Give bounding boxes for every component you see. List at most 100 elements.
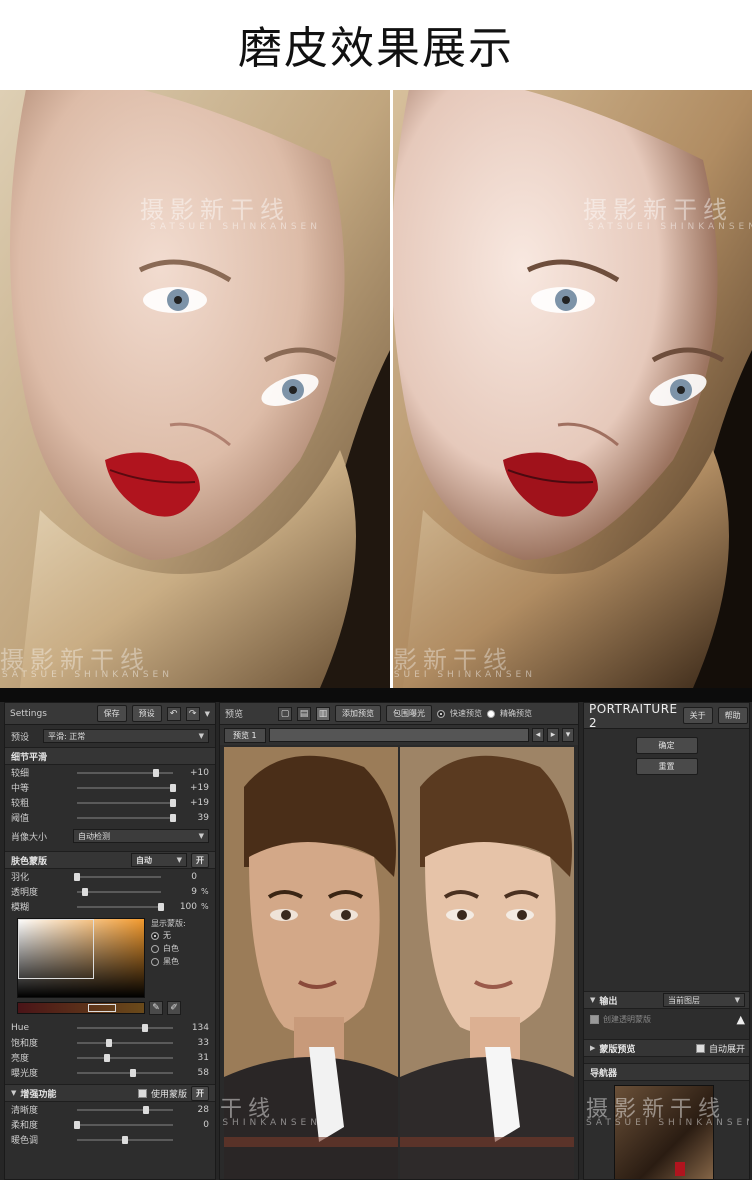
slider-track[interactable] [77, 813, 176, 822]
tab-prev-icon[interactable]: ◂ [532, 728, 544, 742]
undo-icon[interactable]: ↶ [166, 706, 181, 721]
portrait-before-image [0, 90, 390, 688]
hue-strip[interactable] [17, 1002, 145, 1014]
slider-label: 较细 [11, 769, 30, 779]
enhance-sliders: 清晰度 28 柔和度 0 暖色调 [5, 1102, 215, 1147]
skin-mask-section[interactable]: 肤色蒙版 自动 ▼ 开 [5, 851, 215, 869]
tab-menu-icon[interactable]: ▾ [562, 728, 574, 742]
slider-label: 曝光度 [11, 1069, 39, 1079]
tab-strip-fill [268, 728, 529, 742]
portrait-size-label: 肖像大小 [11, 832, 48, 843]
eyedropper-plus-icon[interactable]: ✐ [167, 1001, 181, 1015]
slider-track[interactable] [77, 798, 176, 807]
mask-option-radio[interactable] [151, 931, 159, 940]
slider-handle[interactable] [103, 1053, 110, 1062]
section-title: 肤色蒙版 [11, 856, 48, 867]
photo-before: 摄影新干线 SATSUEI SHINKANSEN 摄影新干线 SATSUEI S… [0, 90, 390, 688]
slider-handle[interactable] [170, 783, 176, 792]
slider-unit: % [201, 887, 209, 896]
mask-option-label: 白色 [163, 944, 179, 953]
slider-track[interactable] [77, 1023, 173, 1032]
slider-track[interactable] [77, 783, 176, 792]
mask-option[interactable]: 黑色 [151, 955, 203, 968]
slider-value: 9 [191, 886, 197, 897]
slider-handle[interactable] [129, 1068, 136, 1077]
create-mask-checkbox[interactable] [590, 1014, 599, 1024]
auto-expand-checkbox[interactable] [695, 1043, 705, 1053]
help-button[interactable]: 帮助 [717, 707, 748, 724]
mask-option-radio[interactable] [151, 944, 159, 953]
slider-track[interactable] [74, 1120, 173, 1129]
output-select[interactable]: 当前图层 ▼ [663, 993, 745, 1007]
about-button[interactable]: 关于 [682, 707, 713, 724]
slider-handle[interactable] [143, 1105, 150, 1114]
slider-track[interactable] [77, 768, 173, 777]
reset-button[interactable]: 重置 [635, 758, 698, 775]
slider-handle[interactable] [170, 798, 176, 807]
tab-preview-1[interactable]: 预览 1 [224, 727, 266, 743]
color-field[interactable] [17, 918, 145, 998]
clip-exposure-button[interactable]: 包围曝光 [386, 705, 432, 722]
preset-label: 预设 [11, 732, 30, 743]
save-button[interactable]: 保存 [96, 705, 127, 722]
slider-handle[interactable] [152, 768, 159, 777]
skin-mode-select[interactable]: 自动 ▼ [131, 853, 187, 867]
split-horizontal-icon[interactable]: ▤ [297, 706, 311, 721]
add-preview-button[interactable]: 添加预览 [335, 705, 381, 722]
portrait-size-value: 自动检测 [78, 831, 110, 841]
slider-track[interactable] [77, 887, 161, 896]
preset-button[interactable]: 预设 [131, 705, 162, 722]
slider-handle[interactable] [74, 1120, 80, 1129]
mask-preview-header[interactable]: ▶ 蒙版预览 自动展开 [584, 1039, 749, 1057]
slider-value: 31 [197, 1052, 209, 1063]
preview-panel: 预览 ▢ ▤ ▥ 添加预览 包围曝光 快速预览 精确预览 预览 1 ◂ ▸ ▾ [219, 702, 579, 1180]
slider-track[interactable] [74, 872, 161, 881]
watermark-sub-right: SATSUEI SHINKANSEN [586, 1118, 750, 1128]
slider-track[interactable] [77, 1053, 173, 1062]
ok-button[interactable]: 确定 [635, 737, 698, 754]
slider-handle[interactable] [122, 1135, 128, 1144]
tab-next-icon[interactable]: ▸ [547, 728, 559, 742]
slider-track[interactable] [77, 902, 164, 911]
mask-option[interactable]: 无 [151, 929, 203, 942]
navigator-header[interactable]: 导航器 [584, 1063, 749, 1081]
slider-value: 39 [197, 812, 209, 823]
enhance-section[interactable]: ▼ 增强功能 使用蒙版 开 [5, 1084, 215, 1102]
preset-select[interactable]: 平滑: 正常 ▼ [43, 729, 209, 743]
slider-handle[interactable] [81, 887, 88, 896]
enhance-slider-row: 清晰度 28 [5, 1102, 215, 1117]
skin-slider-row: 模糊 100% [5, 899, 215, 914]
slider-track[interactable] [77, 1068, 173, 1077]
use-mask-checkbox[interactable] [137, 1088, 147, 1098]
slider-handle[interactable] [105, 1038, 112, 1047]
precise-preview-radio[interactable] [487, 709, 495, 718]
slider-handle[interactable] [74, 872, 80, 881]
slider-value: 0 [191, 871, 197, 882]
slider-handle[interactable] [142, 1023, 149, 1032]
output-header[interactable]: ▼ 输出 当前图层 ▼ [584, 991, 749, 1009]
preview-canvas[interactable] [224, 747, 574, 1179]
fast-preview-radio[interactable] [437, 709, 445, 718]
slider-track[interactable] [77, 1038, 173, 1047]
color-sliders: Hue 134 饱和度 33 亮度 31 曝光度 58 [5, 1020, 215, 1080]
single-view-icon[interactable]: ▢ [278, 706, 292, 721]
slider-track[interactable] [77, 1135, 173, 1144]
split-vertical-icon[interactable]: ▥ [316, 706, 330, 721]
slider-track[interactable] [77, 1105, 173, 1114]
enhance-toggle-button[interactable]: 开 [191, 1085, 209, 1101]
output-label: 输出 [599, 996, 618, 1007]
navigator-red-figure [675, 1162, 685, 1176]
hue-range-box[interactable] [88, 1004, 116, 1012]
portrait-size-select[interactable]: 自动检测 ▼ [73, 829, 209, 843]
skin-toggle-button[interactable]: 开 [191, 852, 209, 868]
eyedropper-icon[interactable]: ✎ [149, 1001, 163, 1015]
slider-handle[interactable] [170, 813, 176, 822]
redo-icon[interactable]: ↷ [185, 706, 200, 721]
preview-label: 预览 [225, 710, 244, 720]
detail-smoothing-section[interactable]: 细节平滑 [5, 747, 215, 765]
slider-handle[interactable] [158, 902, 164, 911]
mask-option[interactable]: 白色 [151, 942, 203, 955]
mask-option-radio[interactable] [151, 957, 159, 966]
color-selection-box[interactable] [18, 919, 94, 979]
menu-arrow-icon[interactable]: ▼ [205, 710, 210, 718]
